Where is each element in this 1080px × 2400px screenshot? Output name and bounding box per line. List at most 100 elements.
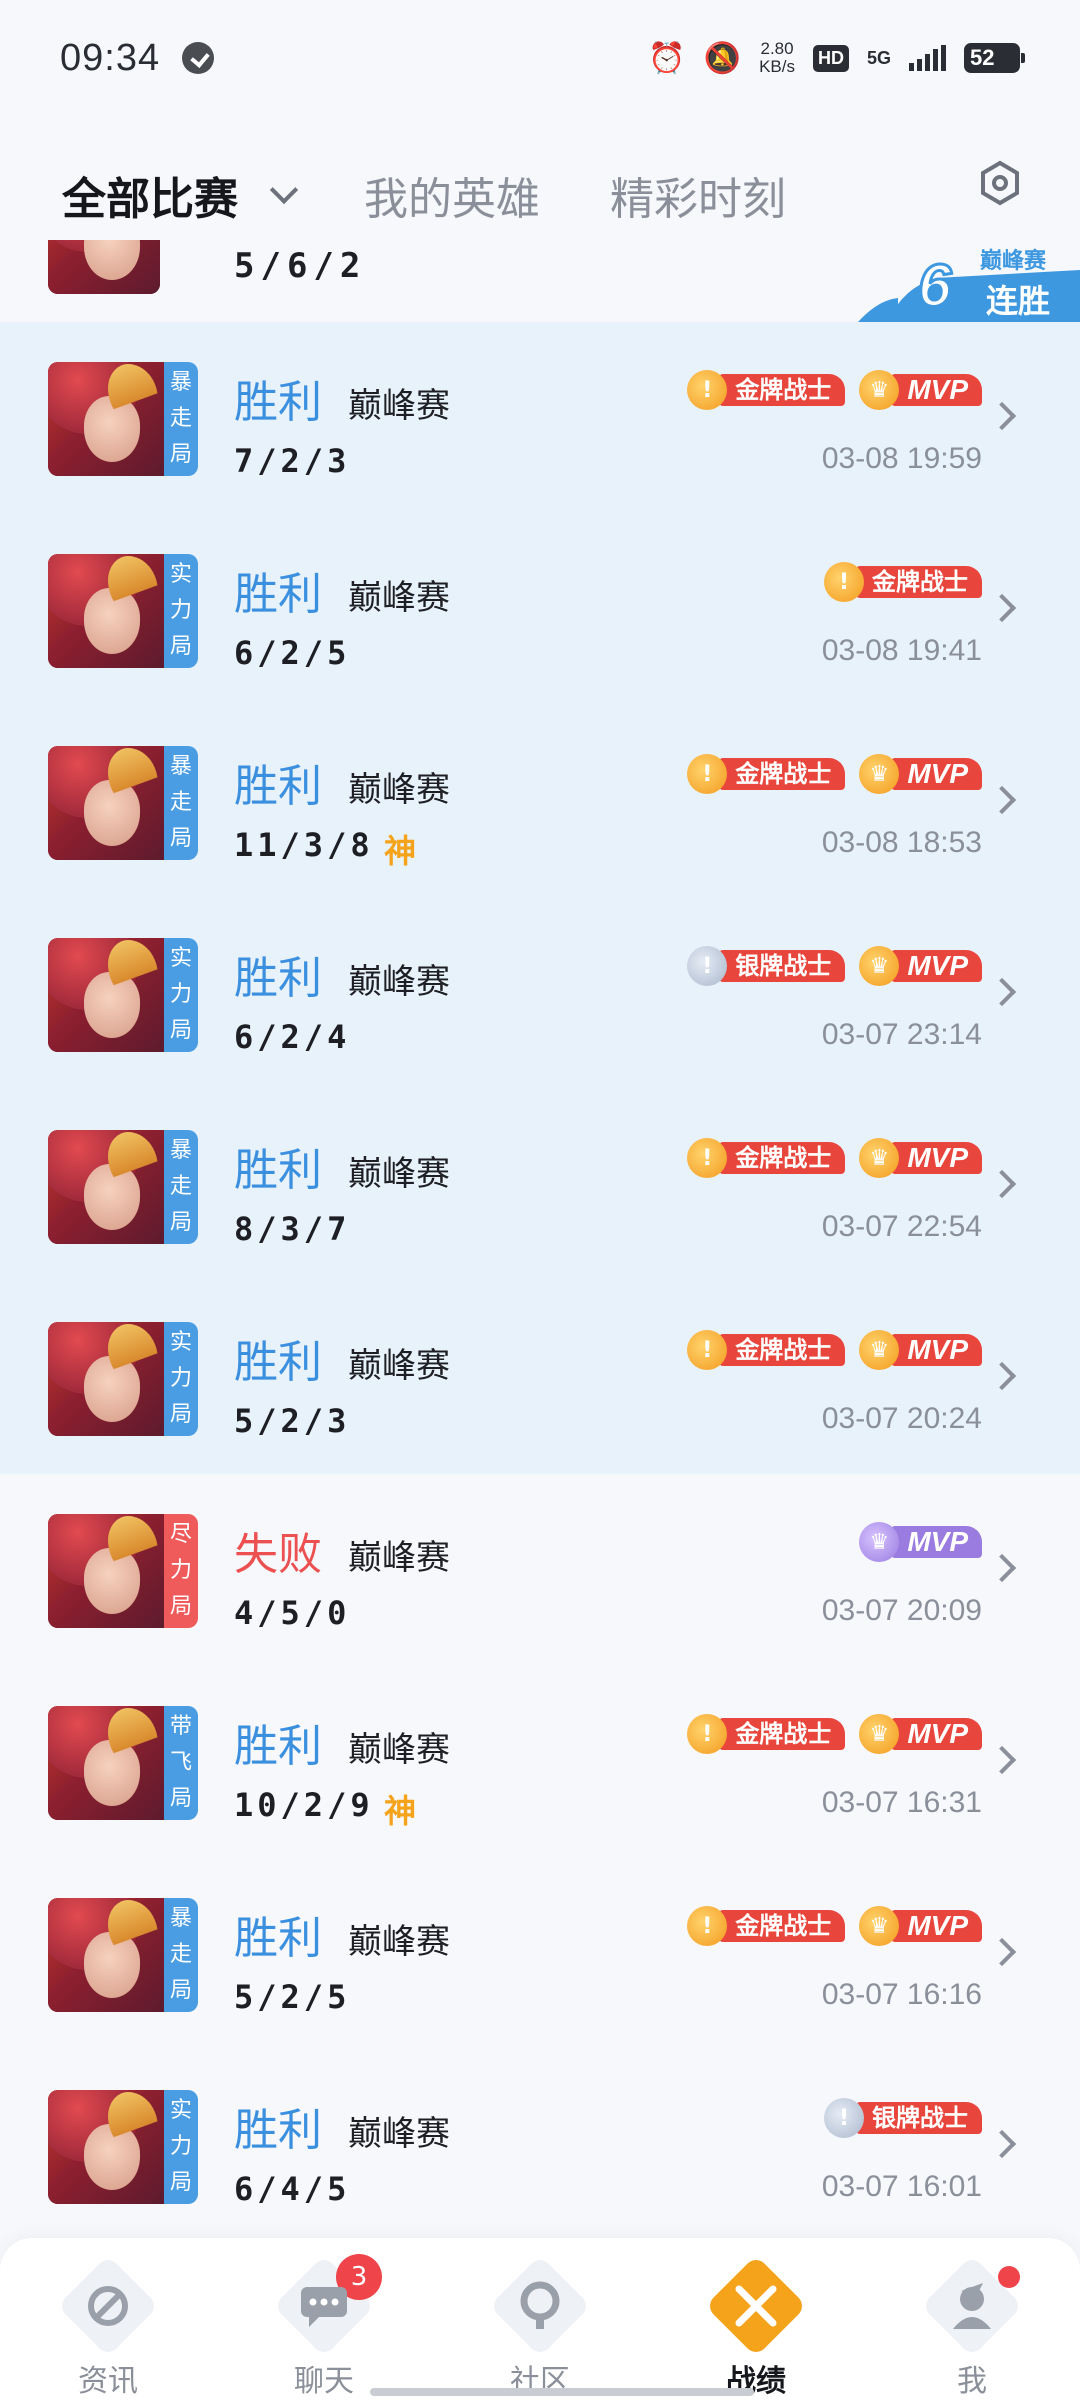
mode-tag-char: 带: [169, 1714, 192, 1739]
hero-avatar: 实力局: [48, 1322, 198, 1436]
chevron-right-icon: [987, 1937, 1017, 1967]
mvp-badge: ♛ MVP: [859, 946, 982, 986]
badge-group: ! 金牌战士 ♛ MVP: [687, 1138, 982, 1178]
chevron-down-icon[interactable]: [269, 175, 299, 205]
match-result: 胜利: [234, 1721, 322, 1772]
gold-medal-badge: ! 金牌战士: [687, 1330, 846, 1370]
chevron-right-icon: [987, 1361, 1017, 1391]
chevron-right-icon: [987, 593, 1017, 623]
gold-medal-badge: ! 金牌战士: [687, 370, 846, 410]
tab-highlights[interactable]: 精彩时刻: [610, 163, 786, 227]
nav-label: 资讯: [78, 2364, 138, 2399]
hero-avatar: 实力局: [48, 2090, 198, 2204]
mode-tag-char: 力: [169, 982, 192, 1007]
match-type-tag: 实力局: [164, 2090, 198, 2204]
match-result: 胜利: [234, 2105, 322, 2156]
chevron-right-icon: [987, 785, 1017, 815]
mode-tag-char: 力: [169, 1558, 192, 1583]
mode-tag-char: 实: [169, 946, 192, 971]
mode-tag-char: 局: [169, 1402, 192, 1427]
kda-text: 5/2/3: [234, 1402, 351, 1440]
badge-group: ! 金牌战士 ♛ MVP: [687, 1330, 982, 1370]
record-icon: [705, 2255, 807, 2357]
match-mode: 巅峰赛: [348, 578, 450, 618]
chevron-right-icon: [987, 401, 1017, 431]
match-result: 胜利: [234, 569, 322, 620]
nav-me[interactable]: 我: [864, 2238, 1080, 2400]
match-row[interactable]: 实力局 胜利 巅峰赛 6/4/5 ! 银牌战士 03-07 16:01: [0, 2050, 1080, 2240]
mode-tag-char: 局: [169, 1018, 192, 1043]
mode-tag-char: 走: [169, 1174, 192, 1199]
mvp-badge: ♛ MVP: [859, 1330, 982, 1370]
mode-tag-char: 局: [169, 442, 192, 467]
check-notification-icon: [182, 42, 215, 74]
alarm-icon: ⏰: [648, 41, 686, 75]
badge-label: MVP: [891, 1910, 982, 1942]
match-time: 03-08 19:41: [821, 634, 982, 667]
god-badge: 神: [384, 1792, 417, 1830]
match-row[interactable]: 暴走局 胜利 巅峰赛 7/2/3 ! 金牌战士 ♛ MVP 03-08 19:5…: [0, 322, 1080, 514]
mode-tag-char: 暴: [169, 370, 192, 395]
nav-news[interactable]: 资讯: [0, 2238, 216, 2400]
mode-tag-char: 力: [169, 598, 192, 623]
badge-label: 金牌战士: [719, 1910, 846, 1942]
badge-group: ! 金牌战士 ♛ MVP: [687, 370, 982, 410]
mode-tag-char: 局: [169, 1210, 192, 1235]
settings-icon[interactable]: [980, 160, 1020, 206]
mode-tag-char: 力: [169, 1366, 192, 1391]
badge-group: ! 金牌战士: [824, 562, 982, 602]
silver-medal-badge: ! 银牌战士: [824, 2098, 982, 2138]
home-indicator[interactable]: [370, 2388, 754, 2396]
match-row[interactable]: 实力局 胜利 巅峰赛 6/2/5 ! 金牌战士 03-08 19:41: [0, 514, 1080, 706]
nav-record[interactable]: 战绩: [648, 2238, 864, 2400]
match-row[interactable]: 暴走局 胜利 巅峰赛 11/3/8 神 ! 金牌战士 ♛ MVP 03-08 1…: [0, 706, 1080, 898]
match-row[interactable]: 暴走局 胜利 巅峰赛 8/3/7 ! 金牌战士 ♛ MVP 03-07 22:5…: [0, 1090, 1080, 1282]
silver-medal-badge: ! 银牌战士: [687, 946, 846, 986]
match-mode: 巅峰赛: [348, 1538, 450, 1578]
chevron-right-icon: [987, 1745, 1017, 1775]
match-type-tag: 实力局: [164, 938, 198, 1052]
badge-label: MVP: [891, 758, 982, 790]
badge-label: MVP: [891, 1334, 982, 1366]
network-type: 5G: [866, 47, 891, 68]
tab-all-matches[interactable]: 全部比赛: [62, 163, 299, 253]
hero-avatar: 暴走局: [48, 746, 198, 860]
match-row[interactable]: 暴走局 胜利 巅峰赛 5/2/5 ! 金牌战士 ♛ MVP 03-07 16:1…: [0, 1858, 1080, 2050]
match-row[interactable]: 带飞局 胜利 巅峰赛 10/2/9 神 ! 金牌战士 ♛ MVP 03-07 1…: [0, 1666, 1080, 1858]
status-bar: 09:34 ⏰ 🔕 2.80 KB/s HD 5G 52: [0, 0, 1080, 116]
mvp-badge: ♛ MVP: [859, 1138, 982, 1178]
match-row[interactable]: 尽力局 失败 巅峰赛 4/5/0 ♛ MVP 03-07 20:09: [0, 1474, 1080, 1666]
match-time: 03-07 16:31: [821, 1786, 982, 1819]
badge-label: 金牌战士: [719, 1142, 846, 1174]
match-time: 03-07 16:01: [821, 2170, 982, 2203]
match-mode: 巅峰赛: [348, 962, 450, 1002]
status-time: 09:34: [60, 36, 161, 79]
match-result: 胜利: [234, 1913, 322, 1964]
badge-label: MVP: [891, 1718, 982, 1750]
match-list: 5/6/2 暴走局 胜利 巅峰赛 7/2/3 ! 金牌战士 ♛ MVP 03-0…: [0, 240, 1080, 2240]
mode-tag-char: 飞: [169, 1750, 192, 1775]
kda-text: 6/2/4: [234, 1018, 351, 1056]
kda-text: 8/3/7: [234, 1210, 351, 1248]
nav-community[interactable]: 社区: [432, 2238, 648, 2400]
nav-chat[interactable]: 3 聊天: [216, 2238, 432, 2400]
gold-medal-badge: ! 金牌战士: [687, 1906, 846, 1946]
badge-label: MVP: [891, 1142, 982, 1174]
tab-label: 全部比赛: [62, 174, 238, 225]
hero-avatar: [48, 240, 160, 294]
hero-avatar: 带飞局: [48, 1706, 198, 1820]
tab-my-heroes[interactable]: 我的英雄: [364, 163, 540, 227]
match-row[interactable]: 实力局 胜利 巅峰赛 5/2/3 ! 金牌战士 ♛ MVP 03-07 20:2…: [0, 1282, 1080, 1474]
badge-group: ! 银牌战士 ♛ MVP: [687, 946, 982, 986]
badge-label: 金牌战士: [856, 566, 982, 598]
badge-label: 金牌战士: [719, 1718, 846, 1750]
match-type-tag: 实力局: [164, 554, 198, 668]
kda-text: 4/5/0: [234, 1594, 351, 1632]
mode-tag-char: 局: [169, 826, 192, 851]
match-result: 胜利: [234, 377, 322, 428]
mode-tag-char: 走: [169, 1942, 192, 1967]
mode-tag-char: 走: [169, 406, 192, 431]
kda-text: 6/2/5: [234, 634, 351, 672]
mute-icon: 🔕: [703, 41, 742, 75]
match-row[interactable]: 实力局 胜利 巅峰赛 6/2/4 ! 银牌战士 ♛ MVP 03-07 23:1…: [0, 898, 1080, 1090]
